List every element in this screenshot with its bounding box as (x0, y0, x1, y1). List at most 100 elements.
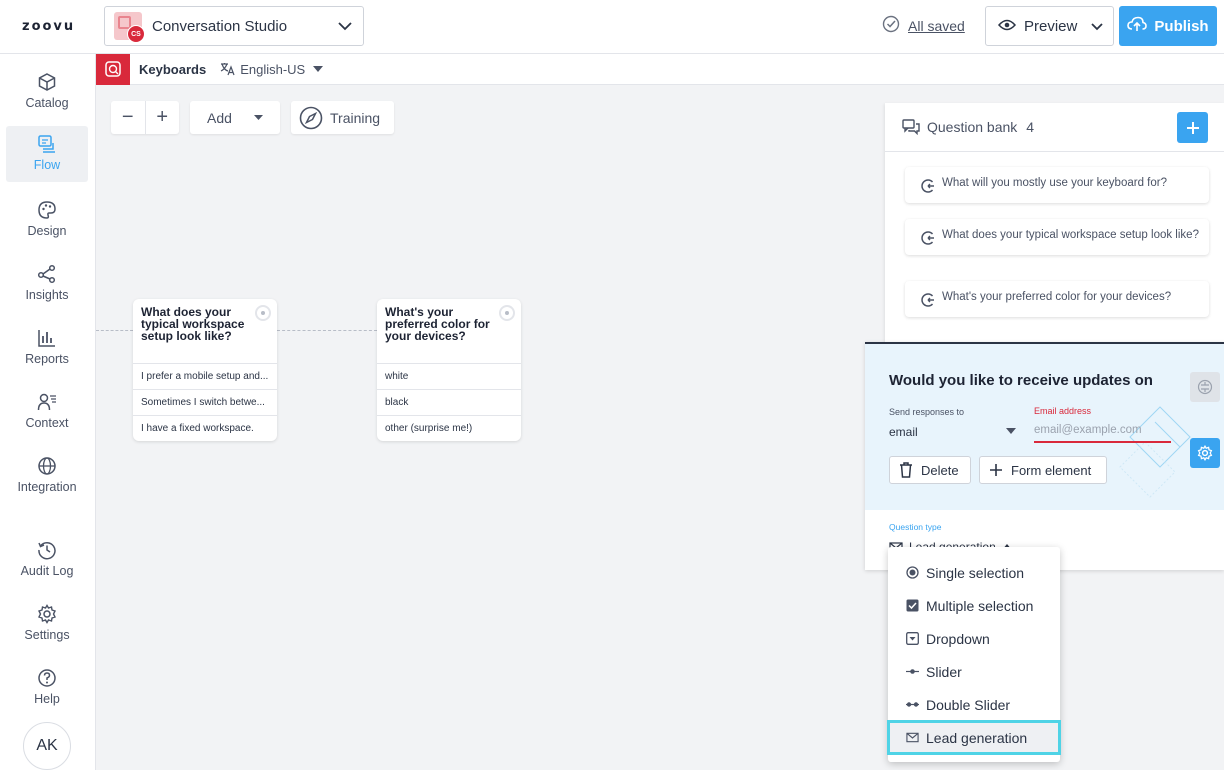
question-bank-panel: Question bank 4 What will you mostly use… (885, 103, 1224, 346)
question-text: What does your typical workspace setup l… (942, 229, 1199, 241)
gear-icon (1197, 445, 1213, 461)
palette-icon (38, 201, 56, 219)
menu-item-dropdown[interactable]: Dropdown (888, 622, 1060, 655)
zoom-out-button[interactable]: − (111, 101, 146, 134)
sidebar-item-insights[interactable]: Insights (6, 256, 88, 312)
sub-header: Keyboards English-US (96, 53, 1224, 85)
sidebar-item-label: Design (27, 224, 67, 238)
check-circle-icon (882, 15, 900, 36)
question-link-icon (921, 231, 934, 245)
question-link-icon (921, 293, 934, 307)
sidebar-item-label: Reports (25, 352, 69, 366)
question-editor-panel: Would you like to receive updates on Sen… (865, 342, 1224, 570)
sidebar-item-catalog[interactable]: Catalog (6, 64, 88, 120)
sidebar-item-label: Settings (24, 628, 70, 642)
flow-node[interactable]: What does your typical workspace setup l… (133, 299, 277, 441)
eye-icon (997, 18, 1017, 35)
node-option[interactable]: white (377, 363, 521, 389)
mail-icon (906, 732, 919, 743)
sidebar-item-context[interactable]: Context (6, 384, 88, 440)
preview-label: Preview (1024, 17, 1078, 35)
sidebar-item-label: Flow (33, 158, 61, 172)
question-title[interactable]: Would you like to receive updates on (889, 372, 1179, 389)
menu-item-lead-generation[interactable]: Lead generation (887, 720, 1061, 755)
sidebar-item-label: Help (34, 692, 60, 706)
question-bank-title: Question bank (927, 119, 1018, 135)
menu-item-slider[interactable]: Slider (888, 655, 1060, 688)
add-label: Add (207, 109, 232, 126)
node-option[interactable]: black (377, 389, 521, 415)
sidebar-item-reports[interactable]: Reports (6, 320, 88, 376)
node-title: What does your typical workspace setup l… (133, 299, 277, 363)
top-bar: zoovu CS Conversation Studio All saved P… (0, 0, 1224, 54)
translate-icon (220, 63, 235, 76)
node-option[interactable]: other (surprise me!) (377, 415, 521, 441)
compass-icon (299, 106, 323, 129)
bar-chart-icon (38, 330, 55, 347)
send-responses-select[interactable]: email (889, 425, 918, 439)
sidebar-item-design[interactable]: Design (6, 192, 88, 248)
plus-icon (1186, 121, 1199, 134)
sidebar: Catalog Flow Design Insights Reports Con… (0, 54, 96, 770)
chat-bubbles-icon (902, 119, 920, 135)
add-form-element-button[interactable]: Form element (979, 456, 1107, 484)
sidebar-item-audit-log[interactable]: Audit Log (6, 532, 88, 588)
delete-button[interactable]: Delete (889, 456, 971, 484)
flow-icon (38, 135, 55, 153)
menu-item-single-selection[interactable]: Single selection (888, 556, 1060, 589)
node-option[interactable]: I have a fixed workspace. (133, 415, 277, 441)
send-responses-label: Send responses to (889, 407, 965, 417)
delete-label: Delete (921, 462, 959, 478)
preview-button[interactable]: Preview (985, 6, 1114, 46)
sidebar-item-integration[interactable]: Integration (6, 448, 88, 504)
question-type-menu: Single selection Multiple selection Drop… (887, 547, 1061, 762)
app-badge-icon: CS (114, 12, 145, 43)
menu-item-multiple-selection[interactable]: Multiple selection (888, 589, 1060, 622)
flow-node[interactable]: What's your preferred color for your dev… (377, 299, 521, 441)
double-slider-icon (906, 702, 919, 707)
question-card[interactable]: What will you mostly use your keyboard f… (905, 167, 1209, 203)
slider-icon (906, 669, 919, 674)
help-icon (38, 669, 56, 687)
node-option[interactable]: Sometimes I switch betwe... (133, 389, 277, 415)
zoom-in-button[interactable]: + (146, 101, 180, 134)
sidebar-item-help[interactable]: Help (6, 660, 88, 716)
node-status-icon (499, 305, 515, 321)
node-status-icon (255, 305, 271, 321)
menu-item-double-slider[interactable]: Double Slider (888, 688, 1060, 721)
publish-label: Publish (1154, 17, 1209, 35)
chevron-down-icon (1091, 18, 1103, 35)
training-button[interactable]: Training (291, 101, 394, 134)
cloud-upload-icon (1127, 16, 1148, 36)
publish-button[interactable]: Publish (1119, 6, 1217, 46)
form-element-label: Form element (1011, 462, 1092, 478)
all-saved-link[interactable]: All saved (908, 18, 965, 34)
email-address-input[interactable]: email@example.com (1034, 424, 1171, 443)
app-name: Conversation Studio (152, 17, 288, 35)
adjust-button[interactable] (1190, 372, 1220, 402)
sidebar-item-settings[interactable]: Settings (6, 596, 88, 652)
sliders-icon (1197, 379, 1213, 395)
language-selector[interactable]: English-US (220, 61, 324, 77)
language-label: English-US (240, 61, 306, 77)
question-type-label: Question type (889, 522, 942, 532)
zoovu-logo[interactable]: zoovu (22, 19, 75, 34)
caret-down-icon (1006, 428, 1016, 434)
radio-icon (906, 566, 919, 579)
question-card[interactable]: What's your preferred color for your dev… (905, 281, 1209, 317)
user-avatar[interactable]: AK (23, 722, 71, 770)
add-button[interactable]: Add (190, 101, 280, 134)
share-nodes-icon (37, 264, 56, 284)
plus-icon (990, 464, 1002, 476)
settings-button[interactable] (1190, 438, 1220, 468)
decorative-pattern (1119, 406, 1191, 498)
app-badge-label: CS (127, 25, 145, 43)
question-card[interactable]: What does your typical workspace setup l… (905, 219, 1209, 255)
add-question-button[interactable] (1177, 112, 1208, 143)
sidebar-item-flow[interactable]: Flow (6, 126, 88, 182)
save-status: All saved (882, 15, 965, 36)
history-icon (38, 541, 56, 560)
trash-icon (900, 462, 912, 478)
app-selector[interactable]: CS Conversation Studio (104, 6, 364, 46)
node-option[interactable]: I prefer a mobile setup and... (133, 363, 277, 389)
